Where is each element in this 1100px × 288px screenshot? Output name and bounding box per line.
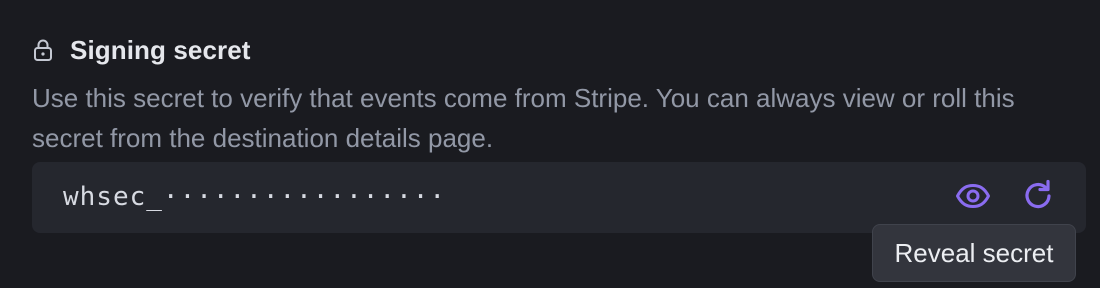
- section-title: Signing secret: [70, 34, 251, 65]
- eye-icon: [955, 183, 991, 214]
- refresh-icon: [1020, 178, 1056, 219]
- reveal-secret-tooltip: Reveal secret: [872, 224, 1076, 282]
- roll-secret-button[interactable]: [1019, 179, 1057, 217]
- masked-secret-value: whsec_·················: [63, 182, 447, 212]
- signing-secret-section: Signing secret Use this secret to verify…: [32, 34, 1086, 158]
- secret-field[interactable]: whsec_·················: [32, 162, 1086, 233]
- lock-icon: [32, 38, 54, 62]
- section-heading: Signing secret: [32, 34, 1086, 65]
- section-description: Use this secret to verify that events co…: [32, 83, 1015, 153]
- reveal-secret-button[interactable]: [954, 179, 992, 217]
